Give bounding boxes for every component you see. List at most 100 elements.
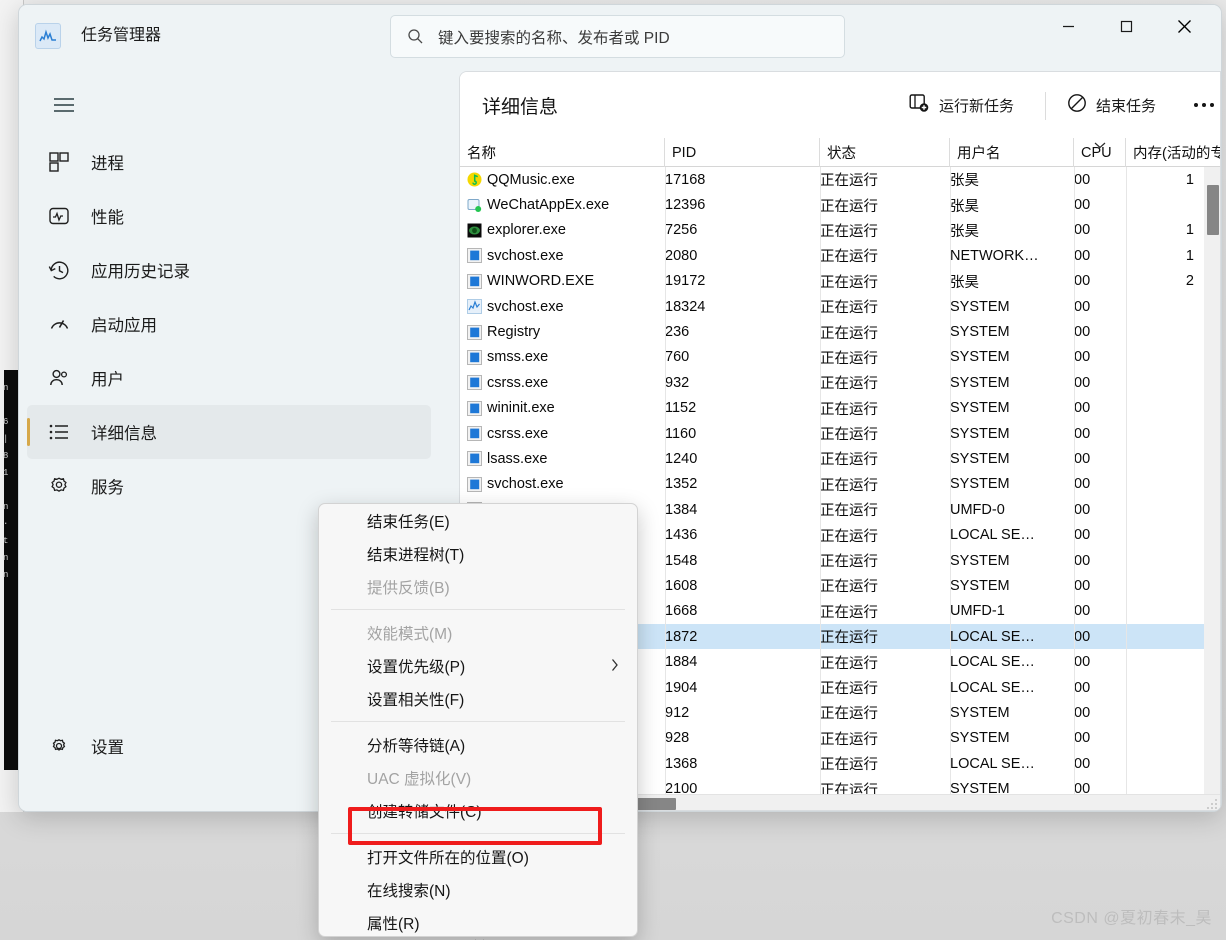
cell-status: 正在运行: [820, 274, 878, 291]
cell-status: 正在运行: [820, 579, 878, 596]
wechat-icon: [467, 198, 482, 213]
cell-pid: 1160: [665, 425, 697, 442]
context-menu-scroll-down[interactable]: [319, 936, 639, 940]
table-row[interactable]: wininit.exe 1152 正在运行 SYSTEM 00: [460, 396, 1204, 421]
generic-icon: [467, 324, 482, 340]
page-title: 详细信息: [482, 97, 559, 118]
column-header-label: 名称: [467, 146, 496, 162]
cell-cpu: 00: [1074, 679, 1091, 696]
context-menu-item[interactable]: 设置相关性(F): [319, 682, 637, 715]
generic-icon: [467, 349, 482, 365]
pane-toolbar: 详细信息 运行新任务 结束任务: [460, 72, 1220, 138]
end-task-button[interactable]: 结束任务: [1058, 86, 1165, 124]
process-context-menu: 结束任务(E) 结束进程树(T) 提供反馈(B) 效能模式(M) 设置优先级(P) 设置相…: [318, 503, 639, 940]
cell-status: 正在运行: [820, 350, 878, 367]
table-row[interactable]: WINWORD.EXE 19172 正在运行 张昊 00 2: [460, 269, 1204, 294]
context-menu-item[interactable]: 结束任务(E): [319, 504, 637, 537]
close-button[interactable]: [1161, 5, 1208, 48]
sidebar-item-details[interactable]: 详细信息: [27, 405, 431, 459]
cell-status: 正在运行: [820, 401, 878, 418]
context-menu-item[interactable]: 在线搜索(N): [319, 873, 637, 906]
cell-memory: [1100, 472, 1200, 497]
table-row[interactable]: lsass.exe 1240 正在运行 SYSTEM 00: [460, 446, 1204, 471]
cell-name: QQMusic.exe: [467, 167, 575, 192]
sidebar-item-processes[interactable]: 进程: [27, 135, 431, 189]
hamburger-icon[interactable]: [41, 83, 87, 127]
context-menu-item-label: 效能模式(M): [367, 625, 453, 643]
more-icon: [1192, 96, 1216, 114]
table-row[interactable]: svchost.exe 1352 正在运行 SYSTEM 00: [460, 472, 1204, 497]
resize-grip[interactable]: [1206, 797, 1219, 810]
cell-user: SYSTEM: [950, 349, 1010, 366]
cell-cpu: 00: [1074, 781, 1091, 794]
cell-status: 正在运行: [820, 681, 878, 697]
table-row[interactable]: explorer.exe 7256 正在运行 张昊 00 1: [460, 218, 1204, 243]
cell-memory: [1100, 573, 1200, 598]
context-menu-item-label: UAC 虚拟化(V): [367, 770, 472, 788]
cell-cpu: 00: [1074, 247, 1091, 264]
sidebar-item-startup-apps[interactable]: 启动应用: [27, 297, 431, 351]
cell-user: SYSTEM: [950, 400, 1010, 417]
cell-status: 正在运行: [820, 731, 878, 748]
sidebar-item-users[interactable]: 用户: [27, 351, 431, 405]
context-menu-item[interactable]: 分析等待链(A): [319, 728, 637, 761]
sidebar-item-performance[interactable]: 性能: [27, 189, 431, 243]
cell-name: svchost.exe: [467, 294, 564, 319]
generic-icon: [467, 476, 482, 492]
search-input[interactable]: 键入要搜索的名称、发布者或 PID: [390, 15, 845, 58]
column-header-cpu[interactable]: CPU: [1074, 138, 1126, 167]
context-menu-item-label: 设置相关性(F): [367, 691, 465, 709]
column-header-user[interactable]: 用户名: [950, 138, 1074, 167]
table-row[interactable]: svchost.exe 18324 正在运行 SYSTEM 00: [460, 294, 1204, 319]
table-row[interactable]: svchost.exe 2080 正在运行 NETWORK… 00 1: [460, 243, 1204, 268]
chevron-right-icon: [611, 658, 619, 677]
column-header-status[interactable]: 状态: [820, 138, 950, 167]
table-row[interactable]: csrss.exe 1160 正在运行 SYSTEM 00: [460, 421, 1204, 446]
cell-status: 正在运行: [820, 477, 878, 494]
cell-memory: [1100, 294, 1200, 319]
cell-user: 张昊: [950, 274, 979, 291]
cell-pid: 1384: [665, 501, 698, 518]
menu-separator: [331, 609, 625, 610]
column-header-name[interactable]: 名称: [460, 138, 665, 167]
cell-status: 正在运行: [820, 249, 878, 266]
table-row[interactable]: QQMusic.exe 17168 正在运行 张昊 00 1: [460, 167, 1204, 192]
cell-status: 正在运行: [820, 782, 878, 794]
more-options-button[interactable]: [1186, 86, 1220, 124]
table-header-row: 名称 PID 状态 用户名 CPU 内存(活动的专.: [460, 138, 1220, 167]
cell-user: 张昊: [950, 173, 979, 190]
run-new-task-button[interactable]: 运行新任务: [900, 86, 1023, 124]
sidebar-item-app-history[interactable]: 应用历史记录: [27, 243, 431, 297]
table-row[interactable]: Registry 236 正在运行 SYSTEM 00: [460, 319, 1204, 344]
table-row[interactable]: WeChatAppEx.exe 12396 正在运行 张昊 00: [460, 192, 1204, 217]
context-menu-item[interactable]: 结束进程树(T): [319, 537, 637, 570]
table-row[interactable]: smss.exe 760 正在运行 SYSTEM 00: [460, 345, 1204, 370]
context-menu-item[interactable]: 属性(R): [319, 906, 637, 939]
cell-name-text: svchost.exe: [487, 298, 564, 315]
maximize-button[interactable]: [1103, 5, 1150, 48]
context-menu-item-label: 提供反馈(B): [367, 579, 450, 597]
column-header-pid[interactable]: PID: [665, 138, 820, 167]
cell-name: Registry: [467, 319, 540, 344]
cell-name: svchost.exe: [467, 472, 564, 497]
context-menu-item[interactable]: 打开文件所在的位置(O): [319, 840, 637, 873]
vertical-scrollbar[interactable]: [1204, 167, 1220, 794]
generic-icon: [467, 400, 482, 416]
startup-icon: [27, 313, 91, 336]
cell-memory: 1: [1185, 247, 1194, 264]
cell-status: 正在运行: [820, 757, 878, 774]
history-icon: [27, 259, 91, 282]
cell-name-text: WINWORD.EXE: [487, 273, 595, 290]
cell-pid: 2100: [665, 781, 698, 794]
cell-memory: [1100, 675, 1200, 700]
column-header-mem[interactable]: 内存(活动的专.: [1126, 138, 1220, 167]
context-menu-item[interactable]: 创建转储文件(C): [319, 794, 637, 827]
explorer-icon: [467, 223, 482, 238]
table-row[interactable]: csrss.exe 932 正在运行 SYSTEM 00: [460, 370, 1204, 395]
cell-user: SYSTEM: [950, 552, 1010, 569]
minimize-button[interactable]: [1045, 5, 1092, 48]
context-menu-item[interactable]: 设置优先级(P): [319, 649, 637, 682]
context-menu-item-label: 属性(R): [367, 915, 420, 933]
vertical-scroll-thumb[interactable]: [1207, 185, 1219, 235]
cell-name-text: lsass.exe: [487, 450, 548, 467]
